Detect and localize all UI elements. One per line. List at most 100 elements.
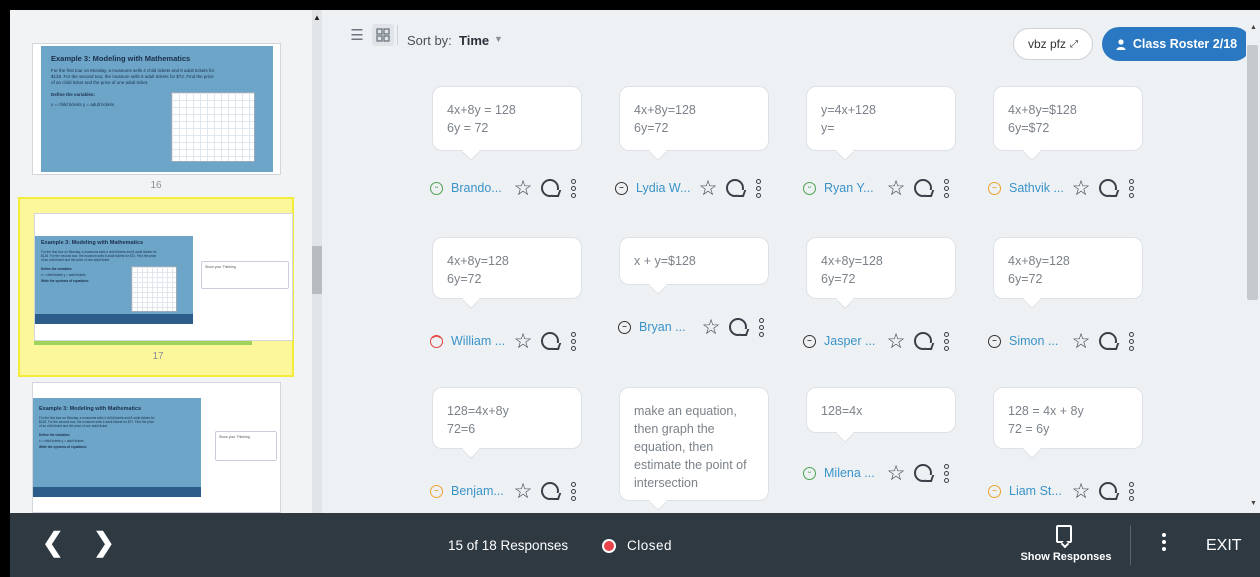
comment-icon[interactable] [914,332,932,350]
student-row: – Simon ... ☆ [988,329,1134,354]
student-name[interactable]: Brando... [451,181,509,195]
more-options-icon[interactable] [1162,533,1166,551]
star-icon[interactable]: ☆ [511,176,535,201]
class-roster-button[interactable]: Class Roster 2/18 [1102,27,1251,61]
star-icon[interactable]: ☆ [884,176,908,201]
slide-text: x = child tickets y = adult tickets [51,102,115,107]
scroll-up-arrow-icon[interactable]: ▲ [1250,24,1257,31]
response-card[interactable]: 4x+8y=128 6y=72 [994,238,1142,298]
student-name[interactable]: Ryan Y... [824,181,882,195]
note-text: Show your Thinking [219,435,250,439]
slide-thumbnail-18[interactable]: Example 3: Modeling with Mathematics For… [18,382,294,513]
sad-face-icon: ⌒ [430,334,443,348]
neutral-face-icon: – [618,320,631,334]
show-responses-button[interactable]: Show Responses [1018,551,1114,563]
student-name[interactable]: Bryan ... [639,320,697,334]
expand-icon: ⤢ [1070,38,1078,50]
more-options-icon[interactable] [944,463,949,483]
response-card[interactable]: 4x+8y=128 6y=72 [807,238,955,298]
star-icon[interactable]: ☆ [1069,479,1093,504]
comment-icon[interactable] [1099,332,1117,350]
response-text: then graph the [634,422,715,436]
more-options-icon[interactable] [759,317,764,337]
comment-icon[interactable] [1099,482,1117,500]
response-card[interactable]: 4x+8y=$128 6y=$72 [994,87,1142,150]
student-name[interactable]: Liam St... [1009,484,1067,498]
status-dot-icon[interactable] [602,539,616,553]
response-text: 128=4x [821,404,863,418]
comment-icon[interactable] [726,179,744,197]
previous-arrow-icon[interactable]: ❮ [42,527,64,558]
response-card[interactable]: 128 = 4x + 8y 72 = 6y [994,388,1142,448]
slide-text: Define the variables: [51,92,96,97]
meh-face-icon: – [430,484,443,498]
more-options-icon[interactable] [756,178,761,198]
student-name[interactable]: Lydia W... [636,181,694,195]
comment-icon[interactable] [541,332,559,350]
comment-icon[interactable] [729,318,747,336]
star-icon[interactable]: ☆ [884,329,908,354]
more-options-icon[interactable] [944,178,949,198]
response-card[interactable]: x + y=$128 [620,238,768,284]
chevron-down-icon[interactable]: ▼ [494,34,503,44]
slide-title: Example 3: Modeling with Mathematics [51,54,191,63]
response-card[interactable]: 4x+8y=128 6y=72 [620,87,768,150]
rail-scroll-thumb[interactable] [312,246,322,294]
student-name[interactable]: Benjam... [451,484,509,498]
star-icon[interactable]: ☆ [511,329,535,354]
footer-divider [1130,525,1131,565]
graph-grid [131,266,177,312]
slide-thumbnail-17[interactable]: Example 3: Modeling with Mathematics For… [18,197,294,377]
scroll-down-arrow-icon[interactable]: ▼ [1250,500,1257,507]
star-icon[interactable]: ☆ [884,461,908,486]
star-icon[interactable]: ☆ [696,176,720,201]
student-name[interactable]: William ... [451,334,509,348]
slide-thumbnail-16[interactable]: Example 3: Modeling with Mathematics For… [18,10,294,195]
student-name[interactable]: Jasper ... [824,334,882,348]
more-options-icon[interactable] [571,331,576,351]
response-text: 6y=72 [1008,272,1043,286]
student-name[interactable]: Sathvik ... [1009,181,1067,195]
neutral-face-icon: – [803,334,816,348]
responses-scroll-thumb[interactable] [1247,45,1258,300]
response-card[interactable]: 128=4x+8y 72=6 [433,388,581,448]
star-icon[interactable]: ☆ [511,479,535,504]
more-options-icon[interactable] [571,178,576,198]
response-text: 6y=72 [634,121,669,135]
comment-icon[interactable] [541,179,559,197]
response-card[interactable]: 4x+8y=128 6y=72 [433,238,581,298]
more-options-icon[interactable] [1129,481,1134,501]
show-responses-icon[interactable] [1056,525,1072,543]
next-arrow-icon[interactable]: ❯ [93,527,115,558]
more-options-icon[interactable] [944,331,949,351]
scroll-up-arrow-icon[interactable]: ▲ [313,13,321,22]
slide-text: Write the systems of equations: [39,445,88,449]
star-icon[interactable]: ☆ [1069,176,1093,201]
status-label[interactable]: Closed [627,538,672,553]
more-options-icon[interactable] [1129,331,1134,351]
response-text: 6y=72 [821,272,856,286]
grid-view-icon[interactable] [372,24,394,46]
comment-icon[interactable] [1099,179,1117,197]
class-code-text: vbz pfz [1027,37,1066,51]
sort-dropdown[interactable]: Time [459,33,489,48]
star-icon[interactable]: ☆ [699,315,723,340]
class-code-button[interactable]: vbz pfz ⤢ [1013,28,1093,60]
student-name[interactable]: Simon ... [1009,334,1067,348]
star-icon[interactable]: ☆ [1069,329,1093,354]
response-card[interactable]: 128=4x [807,388,955,432]
response-text: 4x+8y=128 [634,103,696,117]
exit-button[interactable]: EXIT [1206,537,1242,555]
response-count: 15 of 18 Responses [448,538,569,553]
comment-icon[interactable] [914,179,932,197]
more-options-icon[interactable] [1129,178,1134,198]
more-options-icon[interactable] [571,481,576,501]
response-card[interactable]: 4x+8y = 128 6y = 72 [433,87,581,150]
student-name[interactable]: Milena ... [824,466,882,480]
comment-icon[interactable] [914,464,932,482]
slide-title: Example 3: Modeling with Mathematics [41,240,144,246]
list-view-icon[interactable]: ☰ [346,24,368,46]
response-card[interactable]: y=4x+128 y= [807,87,955,150]
response-card[interactable]: make an equation, then graph the equatio… [620,388,768,500]
comment-icon[interactable] [541,482,559,500]
